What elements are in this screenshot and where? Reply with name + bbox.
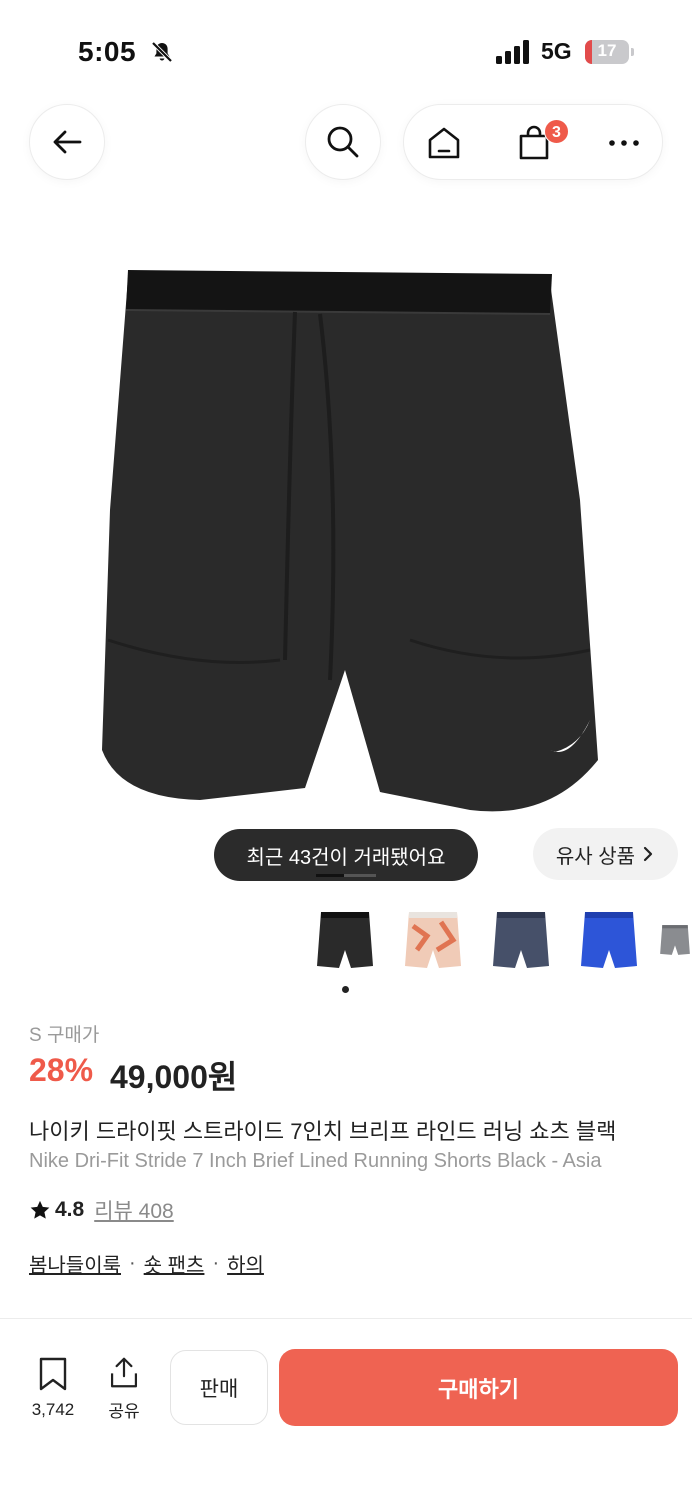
back-button[interactable] [29,104,105,180]
thumbnail-page-dot [342,986,349,993]
status-bar: 5:05 5G 17 [0,0,692,100]
rating-row: 4.8 리뷰 408 [29,1197,174,1223]
search-button[interactable] [305,104,381,180]
similar-products-button[interactable]: 유사 상품 [533,828,678,880]
nav-actions-group: 3 [403,104,663,180]
share-label: 공유 [108,1402,140,1421]
thumbnail-navy[interactable] [485,902,557,978]
size-price-label: S 구매가 [29,1025,100,1046]
cart-count-badge: 3 [544,119,569,144]
thumbnail-black[interactable] [309,902,381,978]
tag-link[interactable]: 숏 팬츠 [144,1249,205,1278]
home-icon [428,127,460,159]
search-icon [327,126,359,158]
thumbnail-blue[interactable] [573,902,645,978]
category-tags: 봄나들이룩 · 숏 팬츠 · 하의 [29,1249,264,1278]
thumbnail-orange-print[interactable] [397,902,469,978]
similar-products-label: 유사 상품 [555,845,636,868]
home-button[interactable] [406,105,482,181]
more-icon [609,140,639,146]
chevron-right-icon [643,846,653,862]
thumbnail-gray[interactable] [658,902,692,978]
tag-link[interactable]: 봄나들이룩 [29,1249,121,1278]
image-carousel-indicator [316,874,376,877]
rating-value: 4.8 [55,1198,85,1221]
share-icon [110,1357,138,1388]
status-time: 5:05 [78,36,137,67]
discount-rate: 28% [29,1052,94,1088]
divider [0,1318,692,1319]
cart-button[interactable]: 3 [496,105,572,181]
bookmark-count: 3,742 [31,1400,75,1419]
bookmark-button[interactable]: 3,742 [24,1356,82,1422]
battery-icon: 17 [585,40,635,64]
bookmark-icon [39,1357,67,1391]
bell-muted-icon [151,41,173,63]
tag-separator: · [129,1252,136,1274]
product-title-korean: 나이키 드라이핏 스트라이드 7인치 브리프 라인드 러닝 쇼츠 블랙 [29,1119,617,1144]
share-button[interactable]: 공유 [96,1356,152,1422]
product-image[interactable] [80,240,620,830]
back-arrow-icon [53,130,82,154]
buy-button[interactable]: 구매하기 [279,1349,678,1426]
signal-icon [496,40,529,64]
review-count-link[interactable]: 리뷰 408 [94,1195,174,1225]
tag-link[interactable]: 하의 [227,1249,264,1278]
tag-separator: · [212,1252,220,1274]
sell-button[interactable]: 판매 [170,1350,268,1425]
network-type: 5G [541,38,572,64]
battery-level: 17 [597,41,617,60]
price: 49,000원 [110,1059,238,1095]
star-icon [30,1200,50,1219]
product-title-english: Nike Dri-Fit Stride 7 Inch Brief Lined R… [29,1150,602,1172]
more-button[interactable] [586,105,662,181]
